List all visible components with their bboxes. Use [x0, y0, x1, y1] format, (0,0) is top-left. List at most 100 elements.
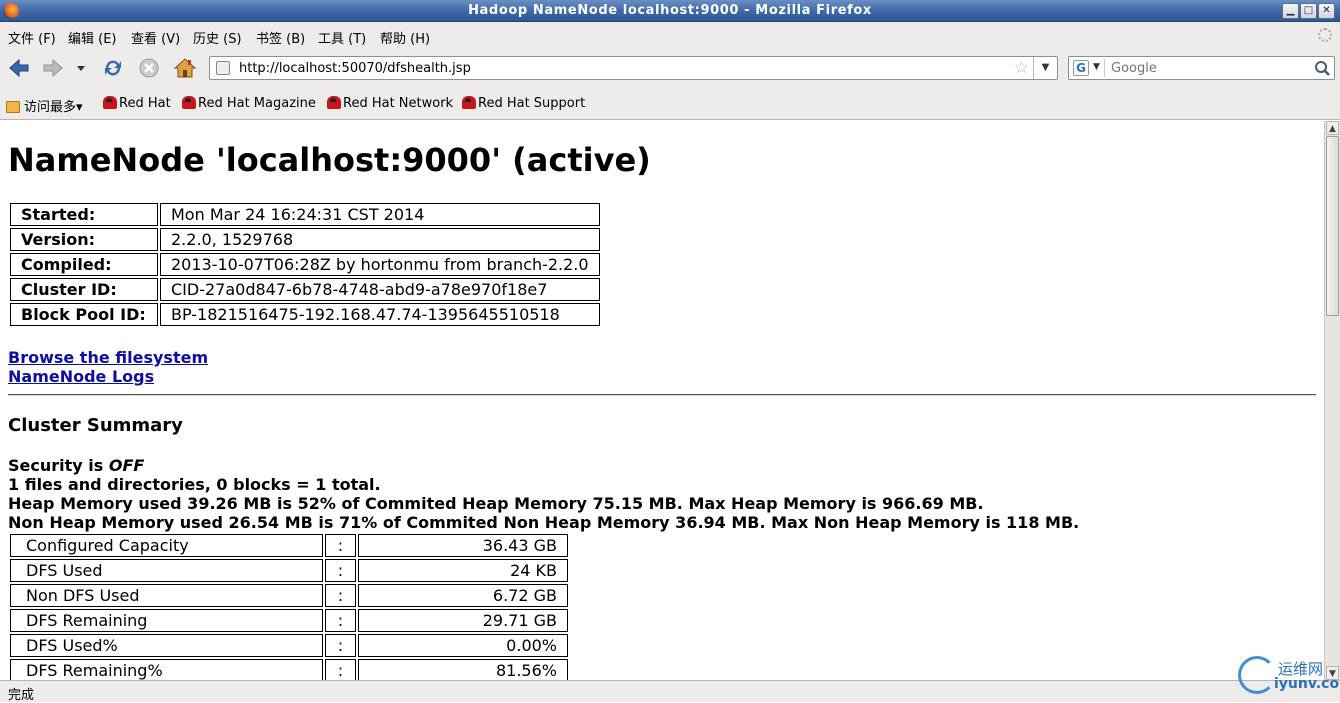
window-titlebar: Hadoop NameNode localhost:9000 - Mozilla… — [0, 0, 1340, 22]
site-identity-icon[interactable] — [216, 61, 230, 75]
minimize-button[interactable]: ▁ — [1282, 3, 1299, 19]
site-watermark: 运维网 iyunv.com — [1236, 654, 1340, 700]
status-bar: 完成 — [0, 680, 1340, 703]
bookmark-most-visited[interactable]: 访问最多▾ — [6, 96, 83, 115]
bookmark-red-hat[interactable]: Red Hat — [103, 96, 171, 111]
scrollbar-thumb[interactable] — [1326, 136, 1339, 316]
table-row: DFS Used%:0.00% — [10, 634, 568, 657]
google-icon: G — [1073, 60, 1089, 76]
scroll-up-button[interactable]: ▲ — [1326, 121, 1339, 135]
redhat-icon — [182, 96, 196, 109]
table-row: DFS Remaining%:81.56% — [10, 659, 568, 680]
stop-icon — [139, 58, 159, 78]
stat-separator: : — [325, 634, 356, 657]
info-value: 2013-10-07T06:28Z by hortonmu from branc… — [160, 253, 600, 276]
bookmark-star-icon[interactable]: ☆ — [1014, 58, 1029, 78]
security-line: Security is OFF — [8, 456, 145, 475]
vertical-scrollbar[interactable]: ▲ ▼ — [1324, 121, 1340, 680]
reload-button[interactable] — [100, 56, 126, 80]
stat-separator: : — [325, 659, 356, 680]
bookmark-red-hat-support[interactable]: Red Hat Support — [462, 96, 585, 111]
page-links: Browse the filesystem NameNode Logs — [8, 348, 208, 386]
info-label: Block Pool ID: — [10, 303, 158, 326]
info-label: Cluster ID: — [10, 278, 158, 301]
back-button[interactable] — [6, 56, 32, 80]
page-title: NameNode 'localhost:9000' (active) — [8, 141, 651, 179]
close-button[interactable]: ✕ — [1318, 3, 1335, 19]
url-text[interactable]: http://localhost:50070/dfshealth.jsp — [239, 61, 471, 76]
info-value: 2.2.0, 1529768 — [160, 228, 600, 251]
menu-edit[interactable]: 编辑 (E) — [68, 28, 117, 47]
magnifier-icon — [1315, 61, 1330, 76]
search-input[interactable] — [1109, 60, 1309, 77]
stat-label: DFS Used — [10, 559, 323, 582]
table-row: Started: Mon Mar 24 16:24:31 CST 2014 — [10, 203, 600, 226]
stat-label: DFS Remaining — [10, 609, 323, 632]
bookmarks-toolbar: 访问最多▾ Red Hat Red Hat Magazine Red Hat N… — [0, 88, 1340, 120]
namenode-info-table: Started: Mon Mar 24 16:24:31 CST 2014 Ver… — [8, 201, 602, 328]
stat-value: 29.71 GB — [358, 609, 568, 632]
chevron-down-icon: ▼ — [1093, 62, 1100, 72]
table-row: DFS Remaining:29.71 GB — [10, 609, 568, 632]
forward-button[interactable] — [40, 56, 66, 80]
search-box[interactable]: G ▼ — [1068, 56, 1335, 80]
chevron-down-icon: ▾ — [76, 100, 83, 115]
stat-label: Configured Capacity — [10, 534, 323, 557]
menu-file[interactable]: 文件 (F) — [8, 28, 56, 47]
menu-history[interactable]: 历史 (S) — [193, 28, 242, 47]
namenode-logs-link[interactable]: NameNode Logs — [8, 367, 208, 386]
stat-value: 24 KB — [358, 559, 568, 582]
browse-filesystem-link[interactable]: Browse the filesystem — [8, 348, 208, 367]
home-button[interactable] — [172, 56, 198, 80]
summary-line: Non Heap Memory used 26.54 MB is 71% of … — [8, 513, 1080, 532]
menu-view[interactable]: 查看 (V) — [131, 28, 180, 47]
redhat-icon — [327, 96, 341, 109]
stop-button[interactable] — [136, 56, 162, 80]
divider — [8, 394, 1316, 396]
summary-line: 1 files and directories, 0 blocks = 1 to… — [8, 475, 381, 494]
table-row: Version: 2.2.0, 1529768 — [10, 228, 600, 251]
redhat-icon — [462, 96, 476, 109]
folder-icon — [6, 101, 20, 113]
table-row: DFS Used:24 KB — [10, 559, 568, 582]
stat-label: DFS Used% — [10, 634, 323, 657]
stat-label: Non DFS Used — [10, 584, 323, 607]
info-value: Mon Mar 24 16:24:31 CST 2014 — [160, 203, 600, 226]
cluster-stats-table: Configured Capacity:36.43 GB DFS Used:24… — [8, 532, 570, 680]
page-content: NameNode 'localhost:9000' (active) Start… — [0, 121, 1324, 680]
menu-bookmarks[interactable]: 书签 (B) — [256, 28, 305, 47]
stat-value: 0.00% — [358, 634, 568, 657]
throbber-icon — [1318, 28, 1332, 42]
summary-line: Heap Memory used 39.26 MB is 52% of Comm… — [8, 494, 984, 513]
navigation-toolbar: http://localhost:50070/dfshealth.jsp ☆ ▼… — [0, 49, 1340, 88]
chevron-down-icon — [77, 66, 85, 71]
url-history-dropdown[interactable]: ▼ — [1033, 57, 1057, 79]
back-arrow-icon — [9, 58, 29, 78]
security-state: OFF — [108, 456, 145, 475]
bookmark-red-hat-magazine[interactable]: Red Hat Magazine — [182, 96, 316, 111]
menu-bar: 文件 (F) 编辑 (E) 查看 (V) 历史 (S) 书签 (B) 工具 (T… — [0, 22, 1340, 49]
status-text: 完成 — [8, 688, 35, 703]
menu-tools[interactable]: 工具 (T) — [318, 28, 366, 47]
search-button[interactable] — [1313, 59, 1331, 81]
info-value: BP-1821516475-192.168.47.74-139564551051… — [160, 303, 600, 326]
info-label: Compiled: — [10, 253, 158, 276]
maximize-button[interactable]: □ — [1300, 3, 1317, 19]
bookmark-red-hat-network[interactable]: Red Hat Network — [327, 96, 453, 111]
menu-help[interactable]: 帮助 (H) — [380, 28, 430, 47]
address-bar[interactable]: http://localhost:50070/dfshealth.jsp ☆ ▼ — [209, 56, 1058, 80]
table-row: Configured Capacity:36.43 GB — [10, 534, 568, 557]
forward-arrow-icon — [43, 58, 63, 78]
history-dropdown-button[interactable] — [72, 56, 90, 80]
reload-icon — [105, 60, 121, 76]
watermark-logo-icon — [1238, 656, 1276, 694]
stat-value: 81.56% — [358, 659, 568, 680]
cluster-summary-text: Security is OFF 1 files and directories,… — [8, 456, 1079, 532]
table-row: Block Pool ID: BP-1821516475-192.168.47.7… — [10, 303, 600, 326]
search-engine-selector[interactable]: G ▼ — [1071, 59, 1105, 77]
info-label: Started: — [10, 203, 158, 226]
table-row: Cluster ID: CID-27a0d847-6b78-4748-abd9-a… — [10, 278, 600, 301]
table-row: Non DFS Used:6.72 GB — [10, 584, 568, 607]
stat-value: 6.72 GB — [358, 584, 568, 607]
stat-separator: : — [325, 609, 356, 632]
